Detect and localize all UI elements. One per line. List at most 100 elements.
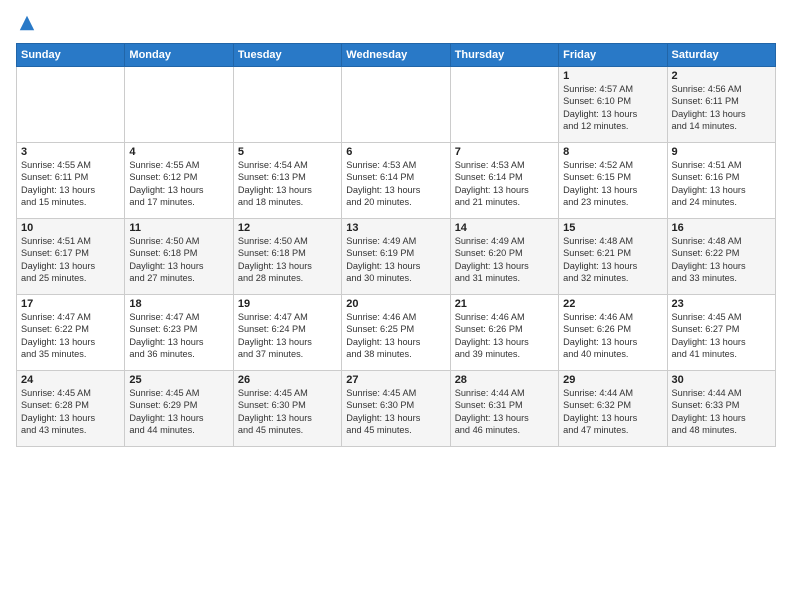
week-row-4: 17Sunrise: 4:47 AM Sunset: 6:22 PM Dayli… (17, 295, 776, 371)
day-cell: 19Sunrise: 4:47 AM Sunset: 6:24 PM Dayli… (233, 295, 341, 371)
day-cell: 13Sunrise: 4:49 AM Sunset: 6:19 PM Dayli… (342, 219, 450, 295)
day-number: 19 (238, 298, 337, 310)
day-number: 6 (346, 146, 445, 158)
day-info: Sunrise: 4:46 AM Sunset: 6:25 PM Dayligh… (346, 311, 445, 361)
day-number: 1 (563, 70, 662, 82)
day-cell: 5Sunrise: 4:54 AM Sunset: 6:13 PM Daylig… (233, 143, 341, 219)
day-info: Sunrise: 4:51 AM Sunset: 6:16 PM Dayligh… (672, 159, 771, 209)
day-info: Sunrise: 4:47 AM Sunset: 6:24 PM Dayligh… (238, 311, 337, 361)
day-cell: 1Sunrise: 4:57 AM Sunset: 6:10 PM Daylig… (559, 67, 667, 143)
day-info: Sunrise: 4:55 AM Sunset: 6:11 PM Dayligh… (21, 159, 120, 209)
day-number: 3 (21, 146, 120, 158)
day-number: 9 (672, 146, 771, 158)
day-info: Sunrise: 4:45 AM Sunset: 6:30 PM Dayligh… (346, 387, 445, 437)
day-number: 15 (563, 222, 662, 234)
day-cell: 30Sunrise: 4:44 AM Sunset: 6:33 PM Dayli… (667, 371, 775, 447)
day-cell (342, 67, 450, 143)
day-number: 14 (455, 222, 554, 234)
day-info: Sunrise: 4:48 AM Sunset: 6:21 PM Dayligh… (563, 235, 662, 285)
day-info: Sunrise: 4:44 AM Sunset: 6:33 PM Dayligh… (672, 387, 771, 437)
day-cell: 24Sunrise: 4:45 AM Sunset: 6:28 PM Dayli… (17, 371, 125, 447)
day-number: 22 (563, 298, 662, 310)
day-info: Sunrise: 4:49 AM Sunset: 6:19 PM Dayligh… (346, 235, 445, 285)
day-cell (233, 67, 341, 143)
day-number: 4 (129, 146, 228, 158)
logo-icon (18, 14, 36, 32)
day-info: Sunrise: 4:54 AM Sunset: 6:13 PM Dayligh… (238, 159, 337, 209)
day-cell: 6Sunrise: 4:53 AM Sunset: 6:14 PM Daylig… (342, 143, 450, 219)
week-row-2: 3Sunrise: 4:55 AM Sunset: 6:11 PM Daylig… (17, 143, 776, 219)
day-info: Sunrise: 4:45 AM Sunset: 6:28 PM Dayligh… (21, 387, 120, 437)
day-cell: 27Sunrise: 4:45 AM Sunset: 6:30 PM Dayli… (342, 371, 450, 447)
day-info: Sunrise: 4:56 AM Sunset: 6:11 PM Dayligh… (672, 83, 771, 133)
col-header-saturday: Saturday (667, 44, 775, 67)
day-number: 23 (672, 298, 771, 310)
day-info: Sunrise: 4:44 AM Sunset: 6:32 PM Dayligh… (563, 387, 662, 437)
calendar: SundayMondayTuesdayWednesdayThursdayFrid… (16, 43, 776, 447)
col-header-monday: Monday (125, 44, 233, 67)
day-number: 30 (672, 374, 771, 386)
day-cell: 8Sunrise: 4:52 AM Sunset: 6:15 PM Daylig… (559, 143, 667, 219)
day-info: Sunrise: 4:47 AM Sunset: 6:23 PM Dayligh… (129, 311, 228, 361)
logo (16, 16, 36, 37)
day-cell: 18Sunrise: 4:47 AM Sunset: 6:23 PM Dayli… (125, 295, 233, 371)
day-info: Sunrise: 4:53 AM Sunset: 6:14 PM Dayligh… (455, 159, 554, 209)
day-number: 25 (129, 374, 228, 386)
page: SundayMondayTuesdayWednesdayThursdayFrid… (0, 0, 792, 612)
day-number: 21 (455, 298, 554, 310)
col-header-sunday: Sunday (17, 44, 125, 67)
col-header-friday: Friday (559, 44, 667, 67)
day-cell: 15Sunrise: 4:48 AM Sunset: 6:21 PM Dayli… (559, 219, 667, 295)
day-info: Sunrise: 4:53 AM Sunset: 6:14 PM Dayligh… (346, 159, 445, 209)
day-info: Sunrise: 4:52 AM Sunset: 6:15 PM Dayligh… (563, 159, 662, 209)
day-number: 16 (672, 222, 771, 234)
day-cell (17, 67, 125, 143)
calendar-header-row: SundayMondayTuesdayWednesdayThursdayFrid… (17, 44, 776, 67)
day-info: Sunrise: 4:47 AM Sunset: 6:22 PM Dayligh… (21, 311, 120, 361)
day-number: 11 (129, 222, 228, 234)
day-cell (450, 67, 558, 143)
day-cell (125, 67, 233, 143)
day-number: 10 (21, 222, 120, 234)
day-number: 17 (21, 298, 120, 310)
day-number: 26 (238, 374, 337, 386)
day-number: 20 (346, 298, 445, 310)
day-number: 28 (455, 374, 554, 386)
day-cell: 29Sunrise: 4:44 AM Sunset: 6:32 PM Dayli… (559, 371, 667, 447)
day-info: Sunrise: 4:44 AM Sunset: 6:31 PM Dayligh… (455, 387, 554, 437)
day-cell: 28Sunrise: 4:44 AM Sunset: 6:31 PM Dayli… (450, 371, 558, 447)
day-number: 24 (21, 374, 120, 386)
day-number: 29 (563, 374, 662, 386)
day-info: Sunrise: 4:45 AM Sunset: 6:27 PM Dayligh… (672, 311, 771, 361)
day-cell: 4Sunrise: 4:55 AM Sunset: 6:12 PM Daylig… (125, 143, 233, 219)
day-info: Sunrise: 4:46 AM Sunset: 6:26 PM Dayligh… (563, 311, 662, 361)
day-cell: 20Sunrise: 4:46 AM Sunset: 6:25 PM Dayli… (342, 295, 450, 371)
day-number: 18 (129, 298, 228, 310)
day-number: 12 (238, 222, 337, 234)
day-info: Sunrise: 4:55 AM Sunset: 6:12 PM Dayligh… (129, 159, 228, 209)
header (16, 12, 776, 37)
week-row-3: 10Sunrise: 4:51 AM Sunset: 6:17 PM Dayli… (17, 219, 776, 295)
day-cell: 22Sunrise: 4:46 AM Sunset: 6:26 PM Dayli… (559, 295, 667, 371)
day-number: 2 (672, 70, 771, 82)
week-row-1: 1Sunrise: 4:57 AM Sunset: 6:10 PM Daylig… (17, 67, 776, 143)
day-info: Sunrise: 4:45 AM Sunset: 6:29 PM Dayligh… (129, 387, 228, 437)
day-cell: 26Sunrise: 4:45 AM Sunset: 6:30 PM Dayli… (233, 371, 341, 447)
day-info: Sunrise: 4:50 AM Sunset: 6:18 PM Dayligh… (129, 235, 228, 285)
day-cell: 14Sunrise: 4:49 AM Sunset: 6:20 PM Dayli… (450, 219, 558, 295)
col-header-thursday: Thursday (450, 44, 558, 67)
day-cell: 11Sunrise: 4:50 AM Sunset: 6:18 PM Dayli… (125, 219, 233, 295)
day-info: Sunrise: 4:45 AM Sunset: 6:30 PM Dayligh… (238, 387, 337, 437)
day-cell: 16Sunrise: 4:48 AM Sunset: 6:22 PM Dayli… (667, 219, 775, 295)
day-cell: 7Sunrise: 4:53 AM Sunset: 6:14 PM Daylig… (450, 143, 558, 219)
day-cell: 25Sunrise: 4:45 AM Sunset: 6:29 PM Dayli… (125, 371, 233, 447)
col-header-tuesday: Tuesday (233, 44, 341, 67)
day-info: Sunrise: 4:50 AM Sunset: 6:18 PM Dayligh… (238, 235, 337, 285)
day-cell: 9Sunrise: 4:51 AM Sunset: 6:16 PM Daylig… (667, 143, 775, 219)
day-number: 5 (238, 146, 337, 158)
day-info: Sunrise: 4:46 AM Sunset: 6:26 PM Dayligh… (455, 311, 554, 361)
day-cell: 10Sunrise: 4:51 AM Sunset: 6:17 PM Dayli… (17, 219, 125, 295)
day-number: 8 (563, 146, 662, 158)
day-cell: 3Sunrise: 4:55 AM Sunset: 6:11 PM Daylig… (17, 143, 125, 219)
day-number: 7 (455, 146, 554, 158)
